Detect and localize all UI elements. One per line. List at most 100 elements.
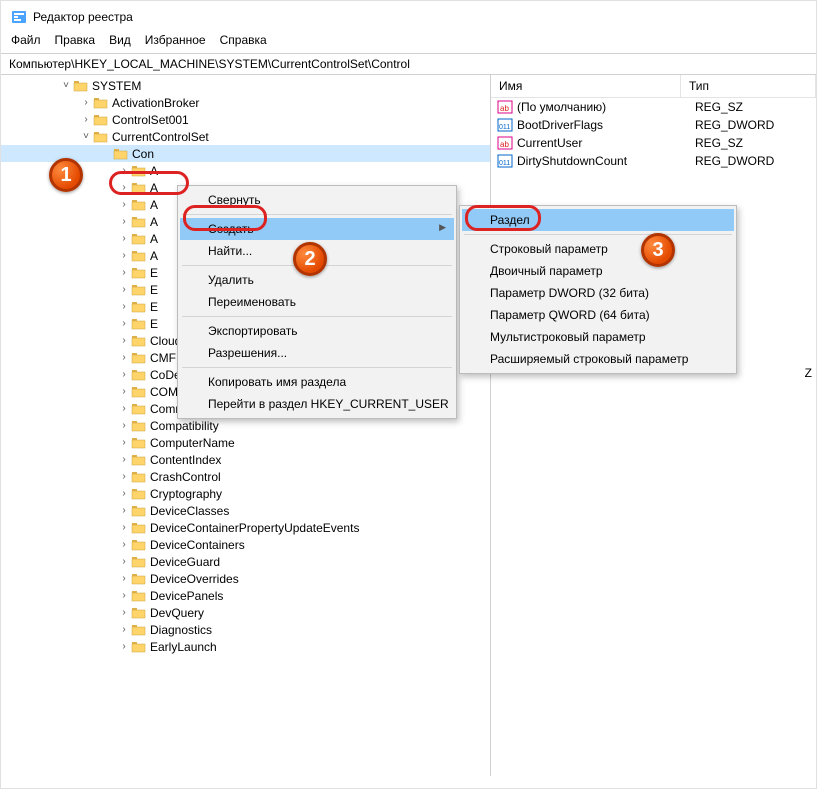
- folder-icon: [131, 351, 147, 365]
- expander-icon[interactable]: ›: [117, 165, 131, 176]
- tree-item-label: Diagnostics: [150, 623, 212, 637]
- value-row[interactable]: abCurrentUserREG_SZ: [491, 134, 816, 152]
- ctx-new-key[interactable]: Раздел: [462, 209, 734, 231]
- ctx-goto-hkcu[interactable]: Перейти в раздел HKEY_CURRENT_USER: [180, 393, 454, 415]
- folder-icon: [131, 334, 147, 348]
- folder-icon: [131, 385, 147, 399]
- menu-view[interactable]: Вид: [109, 33, 131, 47]
- expander-icon[interactable]: ›: [117, 641, 131, 652]
- ctx-new-dword[interactable]: Параметр DWORD (32 бита): [462, 282, 734, 304]
- menu-edit[interactable]: Правка: [55, 33, 96, 47]
- tree-item-contentindex[interactable]: ›ContentIndex: [1, 451, 490, 468]
- expander-icon[interactable]: ›: [79, 97, 93, 108]
- tree-item-system[interactable]: ˅SYSTEM: [1, 77, 490, 94]
- folder-icon: [131, 266, 147, 280]
- expander-icon[interactable]: ›: [79, 114, 93, 125]
- col-header-type[interactable]: Тип: [681, 75, 816, 97]
- menu-file[interactable]: Файл: [11, 33, 41, 47]
- value-list-pane[interactable]: Имя Тип ab(По умолчанию)REG_SZ011BootDri…: [491, 75, 816, 776]
- tree-item-controlset001[interactable]: ›ControlSet001: [1, 111, 490, 128]
- expander-icon[interactable]: ›: [117, 352, 131, 363]
- value-type-peek: Z: [805, 366, 812, 380]
- tree-item-label: ActivationBroker: [112, 96, 199, 110]
- expander-icon[interactable]: ›: [117, 454, 131, 465]
- tree-item-devicecontainerpropertyupdateevents[interactable]: ›DeviceContainerPropertyUpdateEvents: [1, 519, 490, 536]
- folder-icon: [131, 249, 147, 263]
- separator: [464, 234, 732, 235]
- tree-item-cryptography[interactable]: ›Cryptography: [1, 485, 490, 502]
- folder-icon: [131, 215, 147, 229]
- tree-item-activationbroker[interactable]: › ActivationBroker: [1, 94, 490, 111]
- expander-icon[interactable]: ˅: [79, 131, 93, 142]
- expander-icon[interactable]: ›: [117, 573, 131, 584]
- ctx-permissions[interactable]: Разрешения...: [180, 342, 454, 364]
- expander-icon[interactable]: ›: [117, 505, 131, 516]
- folder-icon: [131, 317, 147, 331]
- expander-icon[interactable]: ›: [117, 403, 131, 414]
- expander-icon[interactable]: ›: [117, 250, 131, 261]
- ctx-new-multistring[interactable]: Мультистроковый параметр: [462, 326, 734, 348]
- expander-icon[interactable]: ˅: [59, 80, 73, 91]
- tree-item-earlylaunch[interactable]: ›EarlyLaunch: [1, 638, 490, 655]
- expander-icon[interactable]: ›: [117, 233, 131, 244]
- ctx-new-binary[interactable]: Двоичный параметр: [462, 260, 734, 282]
- tree-item-currentcontrolset[interactable]: ˅CurrentControlSet: [1, 128, 490, 145]
- expander-icon[interactable]: ›: [117, 590, 131, 601]
- expander-icon[interactable]: ›: [117, 471, 131, 482]
- expander-icon[interactable]: ›: [117, 182, 131, 193]
- menubar: Файл Правка Вид Избранное Справка: [1, 29, 816, 53]
- expander-icon[interactable]: ›: [117, 284, 131, 295]
- value-row[interactable]: 011BootDriverFlagsREG_DWORD: [491, 116, 816, 134]
- folder-icon: [131, 623, 147, 637]
- annotation-badge-1: 1: [49, 158, 83, 192]
- expander-icon[interactable]: ›: [117, 335, 131, 346]
- expander-icon[interactable]: ›: [117, 488, 131, 499]
- expander-icon[interactable]: ›: [117, 216, 131, 227]
- expander-icon[interactable]: ›: [117, 556, 131, 567]
- ctx-rename[interactable]: Переименовать: [180, 291, 454, 313]
- expander-icon[interactable]: ›: [117, 386, 131, 397]
- expander-icon[interactable]: ›: [117, 624, 131, 635]
- ctx-new-string[interactable]: Строковый параметр: [462, 238, 734, 260]
- ctx-create[interactable]: Создать: [180, 218, 454, 240]
- ctx-export[interactable]: Экспортировать: [180, 320, 454, 342]
- folder-icon: [73, 79, 89, 93]
- expander-icon[interactable]: ›: [117, 267, 131, 278]
- menu-favorites[interactable]: Избранное: [145, 33, 206, 47]
- tree-item-computername[interactable]: ›ComputerName: [1, 434, 490, 451]
- expander-icon[interactable]: ›: [117, 522, 131, 533]
- ctx-copy-key-name[interactable]: Копировать имя раздела: [180, 371, 454, 393]
- tree-item-diagnostics[interactable]: › Diagnostics: [1, 621, 490, 638]
- tree-item-label: DeviceContainers: [150, 538, 245, 552]
- address-bar[interactable]: Компьютер\HKEY_LOCAL_MACHINE\SYSTEM\Curr…: [1, 53, 816, 75]
- ctx-new-qword[interactable]: Параметр QWORD (64 бита): [462, 304, 734, 326]
- expander-icon[interactable]: ›: [117, 369, 131, 380]
- folder-icon: [131, 164, 147, 178]
- tree-item-deviceguard[interactable]: ›DeviceGuard: [1, 553, 490, 570]
- tree-item-deviceoverrides[interactable]: ›DeviceOverrides: [1, 570, 490, 587]
- folder-icon: [113, 147, 129, 161]
- expander-icon[interactable]: ›: [117, 301, 131, 312]
- expander-icon[interactable]: ›: [117, 318, 131, 329]
- ctx-collapse[interactable]: Свернуть: [180, 189, 454, 211]
- value-row[interactable]: ab(По умолчанию)REG_SZ: [491, 98, 816, 116]
- value-row[interactable]: 011DirtyShutdownCountREG_DWORD: [491, 152, 816, 170]
- tree-item-crashcontrol[interactable]: ›CrashControl: [1, 468, 490, 485]
- tree-item-devicecontainers[interactable]: › DeviceContainers: [1, 536, 490, 553]
- ctx-new-expandstring[interactable]: Расширяемый строковый параметр: [462, 348, 734, 370]
- col-header-name[interactable]: Имя: [491, 75, 681, 97]
- list-header: Имя Тип: [491, 75, 816, 98]
- expander-icon[interactable]: ›: [117, 420, 131, 431]
- tree-item-compatibility[interactable]: ›Compatibility: [1, 417, 490, 434]
- expander-icon[interactable]: ›: [117, 437, 131, 448]
- value-type-icon: ab: [497, 136, 513, 150]
- expander-icon[interactable]: ›: [117, 539, 131, 550]
- folder-icon: [131, 606, 147, 620]
- expander-icon[interactable]: ›: [117, 607, 131, 618]
- tree-item-deviceclasses[interactable]: ›DeviceClasses: [1, 502, 490, 519]
- tree-item-devicepanels[interactable]: ›DevicePanels: [1, 587, 490, 604]
- tree-item-devquery[interactable]: ›DevQuery: [1, 604, 490, 621]
- expander-icon[interactable]: ›: [117, 199, 131, 210]
- menu-help[interactable]: Справка: [220, 33, 267, 47]
- folder-icon: [131, 402, 147, 416]
